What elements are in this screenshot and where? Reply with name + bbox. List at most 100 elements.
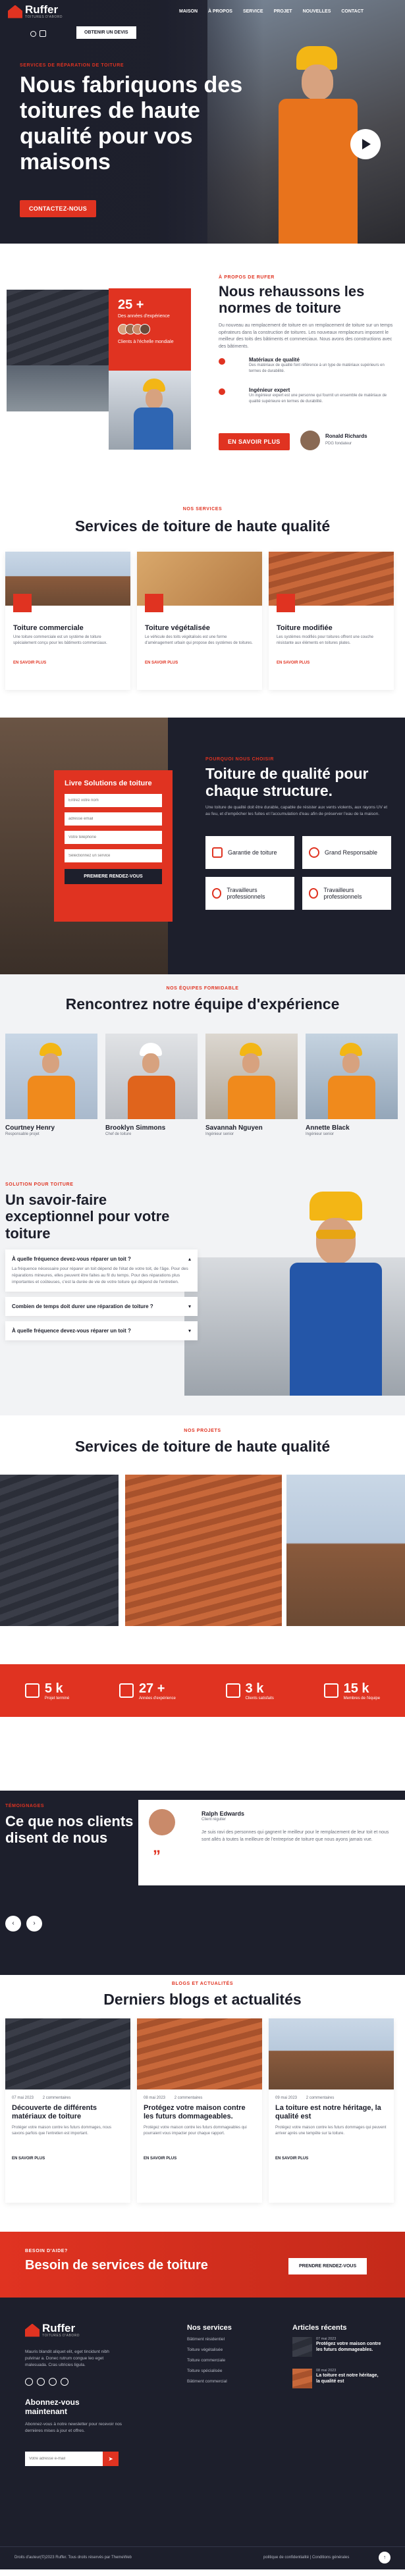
stat-label: Membres de l'équipe bbox=[343, 1696, 381, 1700]
hero-contact-button[interactable]: CONTACTEZ-NOUS bbox=[20, 200, 97, 217]
legal-links[interactable]: politique de confidentialité | Condition… bbox=[263, 2556, 349, 2560]
faq-item[interactable]: Combien de temps doit durer une réparati… bbox=[5, 1297, 198, 1317]
hero-eyebrow: SERVICES DE RÉPARATION DE TOITURE bbox=[20, 63, 124, 68]
blog-card[interactable]: 09 mai 2023 2 commentaires La toiture es… bbox=[269, 2018, 394, 2203]
about-more-button[interactable]: EN SAVOIR PLUS bbox=[219, 433, 290, 450]
blog-more-link[interactable]: EN SAVOIR PLUS bbox=[12, 2157, 124, 2161]
facebook-icon[interactable] bbox=[25, 2378, 33, 2386]
service-card[interactable]: Toiture commerciale Une toiture commerci… bbox=[5, 552, 130, 690]
team-title: Rencontrez notre équipe d'expérience bbox=[65, 995, 340, 1012]
instagram-icon[interactable] bbox=[61, 2378, 68, 2386]
footer-service-link[interactable]: Toiture végétalisée bbox=[187, 2348, 227, 2352]
twitter-icon[interactable] bbox=[37, 2378, 45, 2386]
newsletter-email-input[interactable] bbox=[25, 2452, 111, 2466]
phone-field[interactable] bbox=[65, 831, 162, 844]
linkedin-icon[interactable] bbox=[49, 2378, 57, 2386]
building-icon bbox=[13, 594, 32, 612]
worker-icon bbox=[212, 888, 222, 899]
team-icon bbox=[323, 1683, 338, 1698]
feature-label: Garantie de toiture bbox=[228, 849, 277, 856]
founder-avatar bbox=[300, 431, 320, 450]
cart-icon[interactable] bbox=[40, 30, 46, 37]
blog-card[interactable]: 07 mai 2023 2 commentaires Découverte de… bbox=[5, 2018, 130, 2203]
get-quote-button[interactable]: OBTENIR UN DEVIS bbox=[76, 26, 136, 39]
next-arrow-button[interactable]: › bbox=[26, 1916, 42, 1932]
footer-service-link[interactable]: Bâtiment résidentiel bbox=[187, 2337, 227, 2342]
feature-card: Travailleurs professionnels bbox=[302, 877, 391, 910]
newsletter-submit-button[interactable]: ➤ bbox=[103, 2452, 119, 2466]
prev-arrow-button[interactable]: ‹ bbox=[5, 1916, 21, 1932]
footer-article[interactable]: 07 mai 2023 Protégez votre maison contre… bbox=[292, 2337, 382, 2357]
newsletter-title: Abonnez-vous maintenant bbox=[25, 2398, 80, 2416]
play-icon bbox=[362, 139, 371, 149]
blog-more-link[interactable]: EN SAVOIR PLUS bbox=[144, 2157, 256, 2161]
cta-appointment-button[interactable]: PRENDRE RENDEZ-VOUS bbox=[288, 2258, 367, 2274]
nav-item-service[interactable]: SERVICE bbox=[243, 9, 263, 14]
brand-logo[interactable]: Ruffer TOITURES D'ABORD bbox=[8, 4, 63, 19]
stat-label: Projet terminé bbox=[44, 1696, 70, 1700]
footer-service-link[interactable]: Toiture commerciale bbox=[187, 2358, 227, 2363]
stats-band: 5 k Projet terminé 27 + Années d'expérie… bbox=[0, 1664, 405, 1717]
feature-title: Ingénieur expert bbox=[249, 387, 290, 393]
project-image[interactable] bbox=[286, 1475, 405, 1626]
team-eyebrow: NOS ÉQUIPES FORMIDABLE bbox=[166, 986, 239, 991]
team-member-card[interactable]: Courtney Henry Responsable projet bbox=[5, 1034, 97, 1138]
feature-label: Travailleurs professionnels bbox=[323, 887, 362, 900]
service-card[interactable]: Toiture végétalisée Le véhicule des toit… bbox=[137, 552, 262, 690]
nav-item-home[interactable]: MAISON bbox=[179, 9, 198, 14]
scroll-top-button[interactable]: ↑ bbox=[379, 2552, 391, 2563]
services-eyebrow: NOS SERVICES bbox=[182, 507, 223, 512]
project-image[interactable] bbox=[0, 1475, 119, 1626]
service-card[interactable]: Toiture modifiée Les systèmes modifiés p… bbox=[269, 552, 394, 690]
footer-socials bbox=[25, 2378, 68, 2386]
feature-card: Travailleurs professionnels bbox=[205, 877, 294, 910]
about-section: 25 + Des années d'expérience Clients à l… bbox=[0, 244, 405, 513]
form-submit-button[interactable]: PREMIERE RENDEZ-VOUS bbox=[65, 869, 162, 884]
service-link[interactable]: EN SAVOIR PLUS bbox=[145, 661, 254, 665]
calendar-icon bbox=[119, 1683, 134, 1698]
team-member-card[interactable]: Annette Black Ingénieur senior bbox=[306, 1034, 398, 1138]
team-member-card[interactable]: Brooklyn Simmons Chef de toiture bbox=[105, 1034, 198, 1138]
article-title: La toiture est notre héritage, la qualit… bbox=[316, 2373, 379, 2384]
footer-service-link[interactable]: Bâtiment commercial bbox=[187, 2379, 227, 2384]
brand-tagline: TOITURES D'ABORD bbox=[25, 15, 63, 19]
stat-value: 3 k bbox=[245, 1681, 264, 1696]
chevron-up-icon: ▴ bbox=[188, 1256, 191, 1262]
stat-value: 5 k bbox=[44, 1681, 63, 1696]
footer-logo[interactable]: Ruffer TOITURES D'ABORD bbox=[25, 2323, 80, 2338]
service-link[interactable]: EN SAVOIR PLUS bbox=[13, 661, 122, 665]
nav-item-project[interactable]: PROJET bbox=[274, 9, 292, 14]
team-section: NOS ÉQUIPES FORMIDABLE Rencontrez notre … bbox=[0, 974, 405, 1172]
faq-item-open[interactable]: À quelle fréquence devez-vous réparer un… bbox=[5, 1249, 198, 1292]
footer-services-title: Nos services bbox=[187, 2324, 232, 2332]
worker-vest bbox=[279, 99, 358, 244]
nav-item-about[interactable]: À PROPOS bbox=[208, 9, 232, 14]
chevron-down-icon: ▾ bbox=[188, 1303, 191, 1310]
client-avatar bbox=[140, 324, 150, 334]
blog-date: 07 mai 2023 bbox=[12, 2096, 34, 2100]
header-search-icon[interactable] bbox=[30, 31, 36, 37]
footer-article[interactable]: 08 mai 2023 La toiture est notre héritag… bbox=[292, 2369, 382, 2388]
faq-item[interactable]: À quelle fréquence devez-vous réparer un… bbox=[5, 1321, 198, 1341]
quality-text: Une toiture de qualité doit être durable… bbox=[205, 805, 388, 816]
testimonial-text: Je suis ravi des personnes qui gagnent l… bbox=[202, 1830, 389, 1842]
service-link[interactable]: EN SAVOIR PLUS bbox=[277, 661, 386, 665]
footer-service-link[interactable]: Toiture spécialisée bbox=[187, 2369, 227, 2373]
service-select[interactable] bbox=[65, 849, 162, 862]
name-field[interactable] bbox=[65, 794, 162, 807]
blog-more-link[interactable]: EN SAVOIR PLUS bbox=[275, 2157, 387, 2161]
nav-item-contact[interactable]: CONTACT bbox=[341, 9, 364, 14]
feature-label: Grand Responsable bbox=[325, 849, 378, 856]
blog-image bbox=[269, 2018, 394, 2090]
video-play-button[interactable] bbox=[350, 129, 381, 159]
brand-name: Ruffer bbox=[25, 3, 59, 16]
blog-card[interactable]: 08 mai 2023 2 commentaires Protégez votr… bbox=[137, 2018, 262, 2203]
email-field[interactable] bbox=[65, 812, 162, 826]
service-title: Toiture végétalisée bbox=[145, 624, 210, 632]
team-member-card[interactable]: Savannah Nguyen Ingénieur senior bbox=[205, 1034, 298, 1138]
nav-item-news[interactable]: NOUVELLES bbox=[303, 9, 331, 14]
blog-post-text: Protégez votre maison contre les futurs … bbox=[144, 2126, 247, 2136]
project-image[interactable] bbox=[125, 1475, 282, 1626]
feature-text: Des matériaux de qualité font référence … bbox=[249, 363, 385, 373]
about-image-main bbox=[7, 290, 112, 411]
